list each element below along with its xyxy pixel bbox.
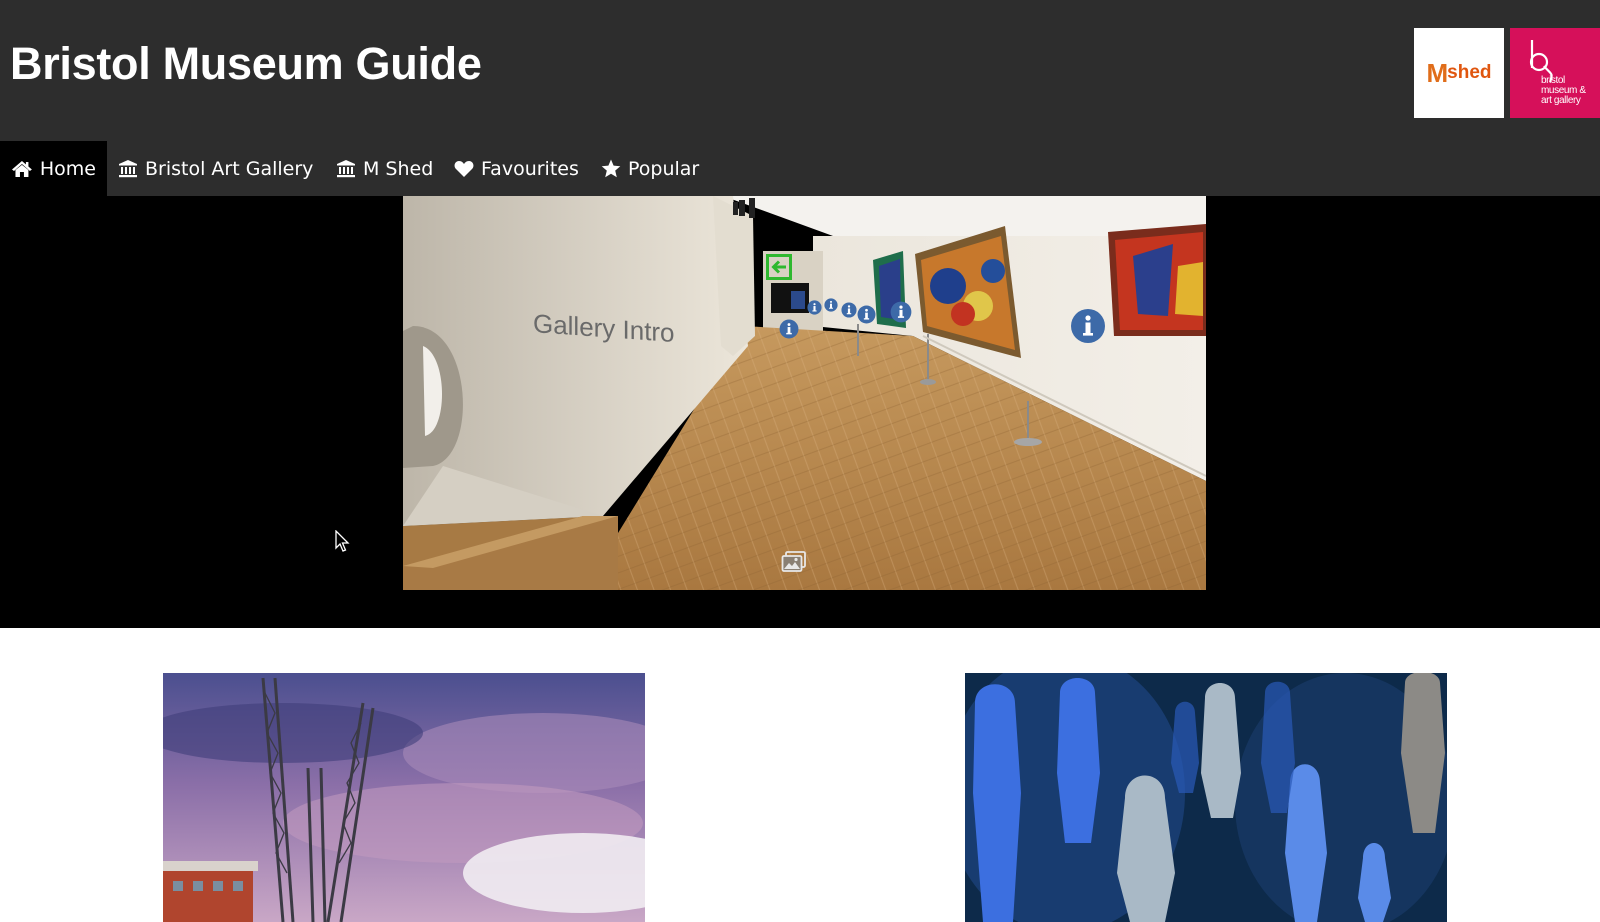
mshed-logo-shed: shed <box>1447 62 1492 83</box>
nav-item-favourites[interactable]: Favourites <box>443 141 590 196</box>
tour-gallery-button[interactable] <box>781 550 807 574</box>
info-icon <box>824 298 838 312</box>
info-hotspot[interactable] <box>807 300 822 315</box>
nav-item-bristol-art-gallery[interactable]: Bristol Art Gallery <box>107 141 324 196</box>
info-hotspot[interactable] <box>841 302 857 318</box>
heart-icon <box>454 160 474 177</box>
info-icon <box>857 305 876 324</box>
gallery-panorama-scene: Gallery Intro <box>403 196 1206 590</box>
star-icon <box>601 159 621 178</box>
mshed-logo[interactable]: M shed <box>1414 28 1504 118</box>
gallery-image-icon <box>781 551 806 572</box>
virtual-tour-panorama[interactable]: Gallery Intro <box>403 196 1206 590</box>
virtual-tour-section: Gallery Intro <box>0 196 1600 628</box>
nav-item-m-shed[interactable]: M Shed <box>325 141 444 196</box>
site-title: Bristol Museum Guide <box>10 38 482 89</box>
home-icon <box>11 160 32 177</box>
info-hotspot[interactable] <box>1070 308 1106 344</box>
info-icon <box>890 301 912 323</box>
info-icon <box>1071 309 1105 343</box>
tour-back-button[interactable] <box>766 254 792 280</box>
info-hotspot[interactable] <box>890 301 912 323</box>
info-hotspot[interactable] <box>779 319 799 339</box>
nav-item-label: Favourites <box>481 157 579 180</box>
nav-item-label: M Shed <box>363 157 434 180</box>
mshed-logo-m: M <box>1426 57 1448 88</box>
info-hotspot[interactable] <box>857 305 876 324</box>
nav-item-label: Bristol Art Gallery <box>145 157 314 180</box>
nav-item-label: Popular <box>628 157 700 180</box>
site-header: Bristol Museum Guide M shed bristol muse… <box>0 0 1600 141</box>
info-icon <box>779 319 799 339</box>
museum-icon <box>119 160 137 178</box>
nav-item-popular[interactable]: Popular <box>590 141 710 196</box>
info-icon <box>807 300 822 315</box>
bmag-logo-text: bristol museum & art gallery <box>1541 75 1586 106</box>
mshed-cranes-image <box>163 673 645 922</box>
egyptian-figures-image <box>965 673 1447 922</box>
mouse-cursor-icon <box>335 530 350 552</box>
nav-item-label: Home <box>39 157 96 180</box>
info-icon <box>841 302 857 318</box>
info-hotspot[interactable] <box>824 298 838 312</box>
bristol-museum-logo[interactable]: bristol museum & art gallery <box>1510 28 1600 118</box>
nav-item-home[interactable]: Home <box>0 141 107 196</box>
main-nav: Home Bristol Art Gallery M Shed Favourit… <box>0 141 1600 196</box>
mshed-cranes-card[interactable] <box>163 673 645 922</box>
museum-icon <box>337 160 355 178</box>
egyptian-figures-card[interactable] <box>965 673 1447 922</box>
back-arrow-icon <box>766 254 792 280</box>
